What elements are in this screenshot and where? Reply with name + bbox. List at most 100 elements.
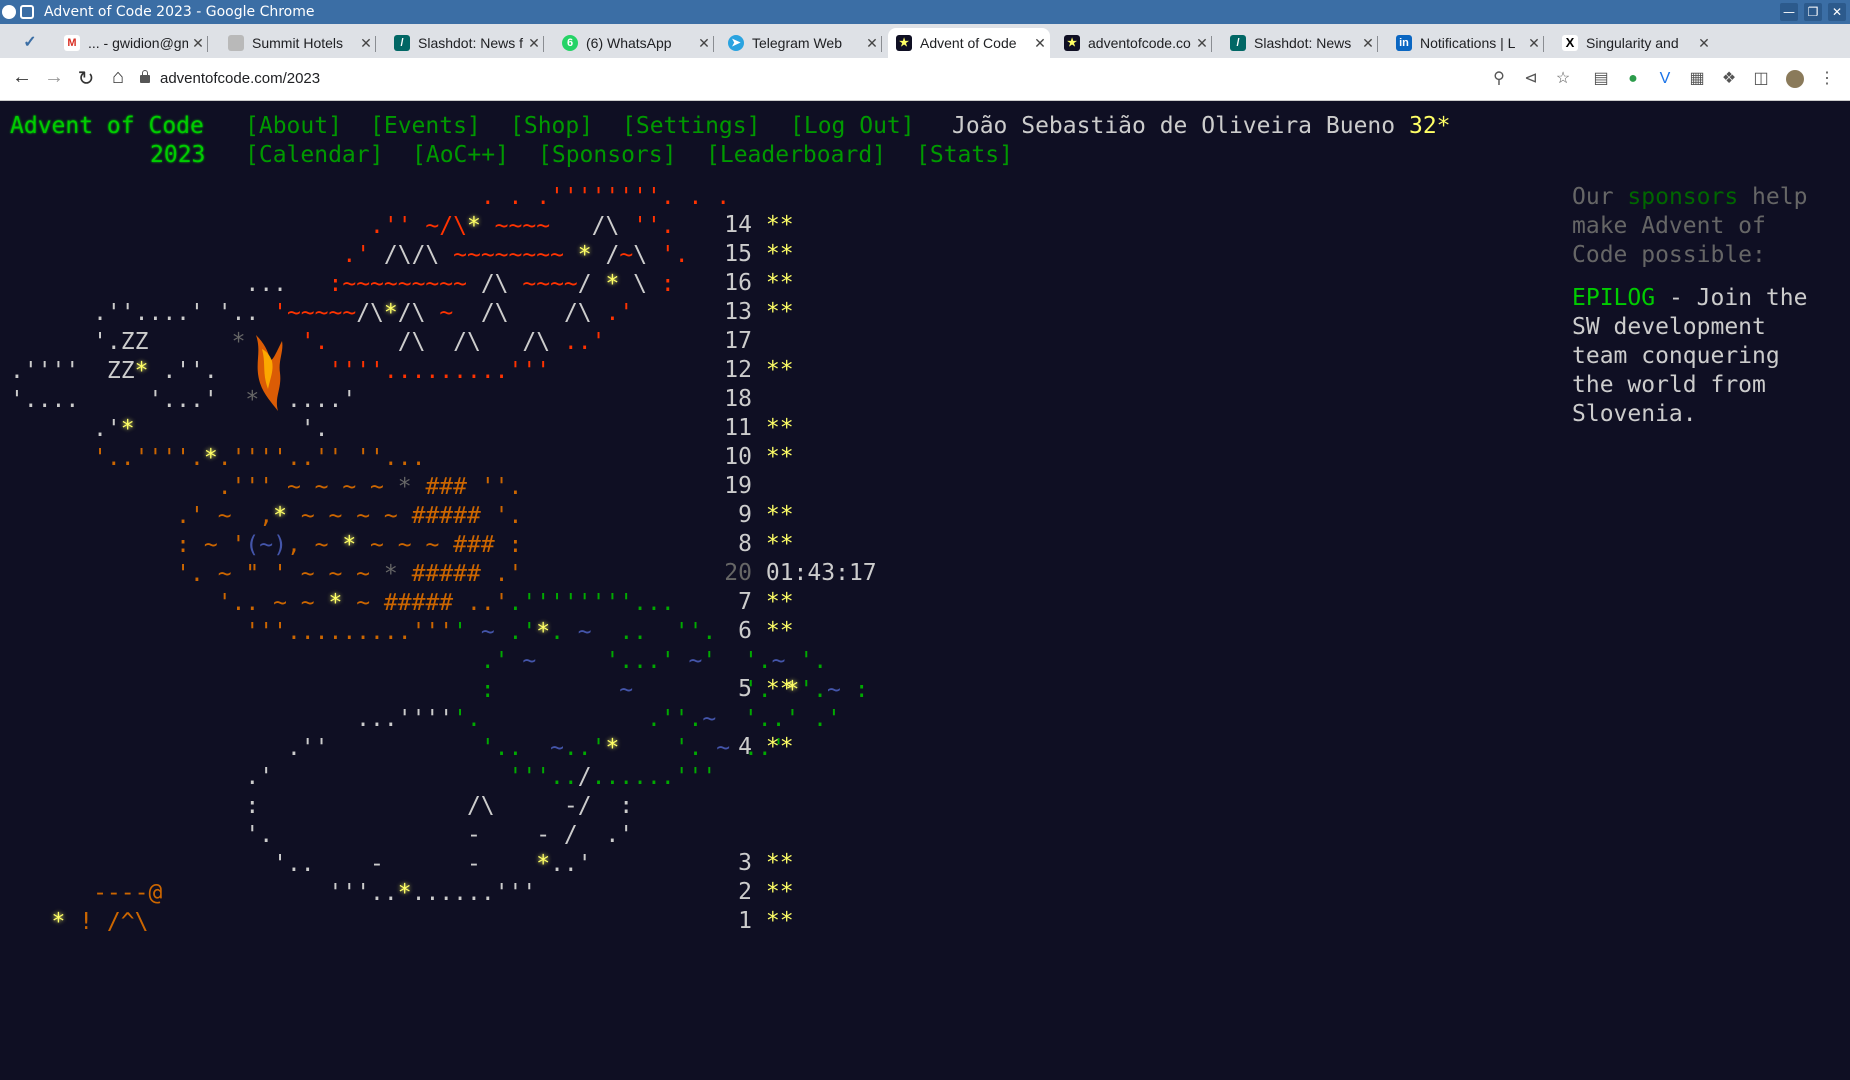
tab-telegram[interactable]: ➤ Telegram Web ✕ — [720, 28, 882, 58]
back-button[interactable]: ← — [8, 66, 36, 89]
calendar-day-18[interactable]: 18 — [720, 386, 766, 412]
bookmark-star-icon[interactable]: ☆ — [1554, 70, 1572, 88]
tab-gmail[interactable]: M ... - gwidion@gm ✕ — [56, 28, 208, 58]
restore-button[interactable]: ❐ — [1804, 3, 1822, 21]
tab-label: Slashdot: News f — [418, 35, 524, 51]
nav-shop[interactable]: [Shop] — [510, 113, 593, 139]
sponsor-ad-link[interactable]: EPILOG — [1572, 285, 1655, 311]
profile-avatar[interactable] — [1786, 70, 1804, 88]
day-stars: ** — [765, 415, 794, 441]
day-stars: ** — [765, 879, 794, 905]
day-number: 9 — [738, 502, 752, 528]
calendar-day-7[interactable]: 7 ** — [720, 589, 793, 615]
close-icon[interactable]: ✕ — [1192, 35, 1212, 52]
aoc-page: Advent of Code 2023 [About] [Events] [Sh… — [0, 101, 1850, 1080]
calendar-day-17[interactable]: 17 — [720, 328, 766, 354]
close-icon[interactable]: ✕ — [188, 35, 208, 52]
window-menu-icon[interactable] — [20, 5, 34, 19]
whatsapp-icon: 6 — [562, 35, 578, 51]
tab-label: Telegram Web — [752, 35, 843, 51]
close-icon[interactable]: ✕ — [694, 35, 714, 52]
calendar-day-12[interactable]: 12 ** — [720, 357, 793, 383]
calendar-day-1[interactable]: 1 ** — [720, 908, 794, 934]
tab-label: Notifications | L — [1420, 35, 1516, 51]
tab-x[interactable]: X Singularity and ✕ — [1554, 28, 1714, 58]
address-bar[interactable]: adventofcode.com/2023 — [140, 65, 1520, 93]
calendar-day-13[interactable]: 13 ** — [720, 299, 793, 325]
user-name: João Sebastião de Oliveira Bueno — [952, 113, 1396, 139]
calendar-day-6[interactable]: 6 ** — [720, 618, 793, 644]
day-stars: ** — [765, 734, 794, 760]
close-icon[interactable]: ✕ — [1358, 35, 1378, 52]
tab-linkedin[interactable]: in Notifications | L ✕ — [1388, 28, 1544, 58]
linkedin-icon: in — [1396, 35, 1412, 51]
nav-logout[interactable]: [Log Out] — [790, 113, 915, 139]
extension-calendar-icon[interactable]: ▦ — [1688, 70, 1706, 88]
close-icon[interactable]: ✕ — [1030, 35, 1050, 52]
calendar-day-5[interactable]: 5 ** — [720, 676, 793, 702]
tab-adventofcode-2[interactable]: ★ adventofcode.co ✕ — [1056, 28, 1212, 58]
window-titlebar: Advent of Code 2023 - Google Chrome — ❐ … — [0, 0, 1850, 24]
sponsors-link[interactable]: sponsors — [1627, 184, 1738, 210]
extensions-puzzle-icon[interactable]: ❖ — [1720, 70, 1738, 88]
tab-advent-of-code[interactable]: ★ Advent of Code ✕ — [888, 28, 1050, 58]
site-title[interactable]: Advent of Code — [10, 113, 204, 139]
browser-toolbar: ← → ↻ ⌂ adventofcode.com/2023 ⚲ ⊲ ☆ ▤ ● … — [0, 58, 1850, 101]
day-stars: ** — [765, 908, 794, 934]
extension-badge-icon[interactable]: ● — [1624, 70, 1642, 88]
lock-icon[interactable] — [140, 70, 150, 83]
menu-kebab-icon[interactable]: ⋮ — [1818, 70, 1836, 88]
nav-aocpp[interactable]: [AoC++] — [412, 142, 509, 168]
minimize-button[interactable]: — — [1780, 3, 1798, 21]
extension-v-icon[interactable]: V — [1656, 70, 1674, 88]
nav-settings[interactable]: [Settings] — [622, 113, 760, 139]
calendar-day-3[interactable]: 3 ** — [720, 850, 793, 876]
day-number: 5 — [738, 676, 752, 702]
nav-calendar[interactable]: [Calendar] — [245, 142, 383, 168]
close-window-button[interactable]: ✕ — [1828, 3, 1846, 21]
nav-sponsors[interactable]: [Sponsors] — [538, 142, 676, 168]
calendar-day-11[interactable]: 11 ** — [720, 415, 794, 441]
zoom-icon[interactable]: ⚲ — [1490, 70, 1508, 88]
tab-search-icon-tab[interactable]: ✓ — [14, 28, 54, 58]
calendar-day-2[interactable]: 2 ** — [720, 879, 794, 905]
tab-label: adventofcode.co — [1088, 35, 1191, 51]
nav-stats[interactable]: [Stats] — [916, 142, 1013, 168]
nav-events[interactable]: [Events] — [370, 113, 481, 139]
nav-leaderboard[interactable]: [Leaderboard] — [706, 142, 886, 168]
day-number: 15 — [724, 241, 752, 267]
site-year[interactable]: 2023 — [150, 142, 205, 168]
side-panel-icon[interactable]: ◫ — [1752, 70, 1770, 88]
tab-whatsapp[interactable]: 6 (6) WhatsApp ✕ — [554, 28, 714, 58]
close-icon[interactable]: ✕ — [1524, 35, 1544, 52]
nav-about[interactable]: [About] — [245, 113, 342, 139]
day-number: 17 — [724, 328, 752, 354]
close-icon[interactable]: ✕ — [862, 35, 882, 52]
tab-label: Slashdot: News — [1254, 35, 1352, 51]
day-number: 14 — [724, 212, 752, 238]
calendar-day-16[interactable]: 16 ** — [720, 270, 793, 296]
reload-button[interactable]: ↻ — [72, 66, 100, 91]
calendar-day-19[interactable]: 19 — [720, 473, 766, 499]
day-number: 12 — [724, 357, 752, 383]
tab-slashdot[interactable]: / Slashdot: News f ✕ — [386, 28, 544, 58]
calendar-day-8[interactable]: 8 ** — [720, 531, 793, 557]
calendar-day-4[interactable]: 4 ** — [720, 734, 794, 760]
calendar-day-15[interactable]: 15 ** — [720, 241, 793, 267]
tab-search-icon: ✓ — [23, 34, 37, 51]
forward-button[interactable]: → — [40, 66, 68, 89]
close-icon[interactable]: ✕ — [356, 35, 376, 52]
sponsor-ad: EPILOG - Join the SW development team co… — [1572, 284, 1822, 429]
close-icon[interactable]: ✕ — [524, 35, 544, 52]
share-icon[interactable]: ⊲ — [1522, 70, 1540, 88]
extension-icon[interactable]: ▤ — [1592, 70, 1610, 88]
calendar-day-14[interactable]: 14 ** — [720, 212, 793, 238]
tab-summit-hotels[interactable]: Summit Hotels ✕ — [220, 28, 376, 58]
aoc-icon: ★ — [1064, 35, 1080, 51]
calendar-day-10[interactable]: 10 ** — [720, 444, 793, 470]
tab-slashdot-2[interactable]: / Slashdot: News ✕ — [1222, 28, 1378, 58]
close-icon[interactable]: ✕ — [1694, 35, 1714, 52]
home-button[interactable]: ⌂ — [104, 66, 132, 89]
calendar-day-9[interactable]: 9 ** — [720, 502, 794, 528]
day-stars: ** — [765, 502, 794, 528]
